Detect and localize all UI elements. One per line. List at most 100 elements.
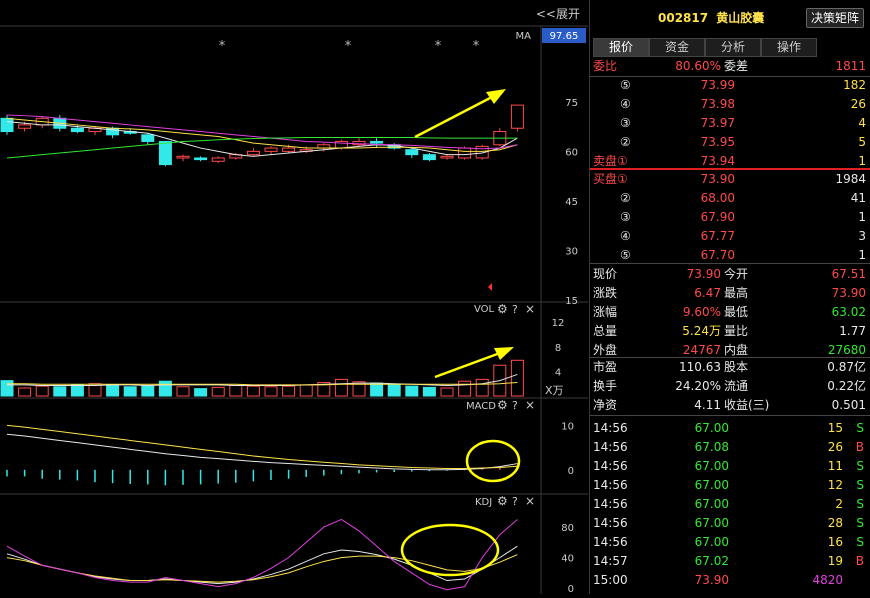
fund-label: 净资 (593, 398, 618, 412)
trade-price: 67.00 (694, 535, 729, 549)
vol-axis-tick: 12 (552, 318, 565, 329)
fund-value: 110.63 (679, 360, 721, 374)
volume-bar (510, 359, 524, 397)
stock-chart[interactable]: <<展开 MA 97.65 * * * * 75 60 45 30 15 VOL ⚙ ?… (0, 0, 588, 595)
trade-time: 14:56 (593, 535, 628, 549)
candle-body (0, 117, 14, 133)
sell-price: 73.95 (700, 135, 735, 149)
trade-volume: 16 (827, 535, 843, 549)
buy-price: 67.90 (700, 210, 735, 224)
tab-analysis[interactable]: 分析 (705, 38, 761, 57)
buy-level-label: ③ (620, 210, 631, 224)
volume-bar (405, 385, 419, 397)
vol-unit: X万 (545, 384, 564, 397)
macd-axis-tick: 10 (561, 421, 574, 432)
kdj-axis-tick: 0 (568, 584, 574, 594)
candle-body (440, 155, 454, 159)
marker-2: * (345, 39, 352, 54)
fund-value: 24.20% (675, 379, 721, 393)
trade-time: 14:56 (593, 459, 628, 473)
candle-body (18, 124, 32, 129)
volume-bar (158, 380, 172, 397)
volume-bar (123, 386, 137, 397)
order-diff-value: 1811 (835, 59, 866, 73)
tab-quote[interactable]: 报价 (593, 38, 649, 57)
macd-close-icon[interactable]: × (525, 398, 535, 412)
trade-side: S (856, 459, 864, 473)
buy-price: 68.00 (700, 191, 735, 205)
vol-axis-tick: 8 (555, 343, 561, 354)
vol-axis-tick: 4 (555, 367, 561, 378)
trade-price: 67.02 (694, 554, 729, 568)
candle-body (141, 134, 155, 142)
quote-sidebar: 002817 黄山胶囊 决策矩阵 报价 资金 分析 操作 委比 80.60% 委… (589, 0, 870, 594)
trade-time: 14:56 (593, 440, 628, 454)
macd-label: MACD (466, 401, 496, 412)
trade-price: 67.08 (694, 440, 729, 454)
quote-value: 67.51 (831, 267, 866, 281)
fund-label: 收益(三) (724, 398, 770, 412)
trade-time: 14:56 (593, 478, 628, 492)
quote-value: 1.77 (839, 324, 866, 338)
volume-bar (106, 385, 120, 397)
vol-help-icon[interactable]: ? (512, 303, 518, 316)
quote-label: 涨幅 (593, 305, 618, 319)
sell-price: 73.97 (700, 116, 735, 130)
vol-gear-icon[interactable]: ⚙ (497, 302, 508, 316)
volume-bar (0, 380, 14, 397)
vol-close-icon[interactable]: × (525, 302, 535, 316)
trade-price: 73.90 (694, 573, 729, 587)
buy-volume: 1 (858, 210, 866, 224)
current-price-badge: 97.65 (550, 31, 579, 42)
trade-time: 15:00 (593, 573, 628, 587)
candle-body (282, 147, 296, 152)
sell-volume: 4 (858, 116, 866, 130)
chart-area[interactable]: <<展开 MA 97.65 * * * * 75 60 45 30 15 VOL ⚙ ?… (0, 0, 588, 595)
candle-body (211, 157, 225, 162)
marker-1: * (219, 39, 226, 54)
fund-label: 流通 (724, 379, 749, 393)
kdj-axis-tick: 80 (561, 523, 574, 534)
candle-body (264, 147, 278, 152)
volume-bar (229, 385, 243, 397)
buy-level-label: ② (620, 191, 631, 205)
quote-label: 最低 (724, 305, 749, 319)
fund-value: 0.87亿 (827, 360, 866, 374)
candle-body (70, 127, 84, 133)
price-axis-tick: 60 (565, 147, 578, 158)
price-axis-tick: 30 (565, 246, 578, 257)
quote-value: 73.90 (831, 286, 866, 300)
kdj-gear-icon[interactable]: ⚙ (497, 494, 508, 508)
price-axis-tick: 15 (565, 296, 578, 307)
sell-price: 73.99 (700, 78, 735, 92)
kdj-axis-tick: 40 (561, 554, 574, 565)
sell-volume: 5 (858, 135, 866, 149)
fund-value: 0.501 (831, 398, 866, 412)
macd-gear-icon[interactable]: ⚙ (497, 398, 508, 412)
macd-help-icon[interactable]: ? (512, 399, 518, 412)
order-ratio-value: 80.60% (675, 59, 721, 73)
volume-bar (299, 384, 313, 397)
kdj-help-icon[interactable]: ? (512, 495, 518, 508)
buy-volume: 3 (858, 229, 866, 243)
fund-label: 换手 (593, 379, 618, 393)
tab-funds[interactable]: 资金 (649, 38, 705, 57)
decision-matrix-button[interactable]: 决策矩阵 (806, 8, 864, 28)
volume-bar (387, 383, 401, 397)
expand-button[interactable]: <<展开 (536, 7, 580, 21)
kdj-close-icon[interactable]: × (525, 494, 535, 508)
trade-volume: 19 (827, 554, 843, 568)
quote-value: 9.60% (682, 305, 721, 319)
trade-volume: 26 (827, 440, 843, 454)
tab-operation[interactable]: 操作 (761, 38, 817, 57)
quote-value: 73.90 (686, 267, 721, 281)
candle-body (405, 149, 419, 156)
sell-level-label: ④ (620, 97, 631, 111)
quote-tabs: 报价 资金 分析 操作 (590, 38, 870, 57)
fund-label: 市盈 (593, 360, 618, 374)
buy-level-label: ⑤ (620, 248, 631, 262)
sell-volume: 26 (850, 97, 866, 111)
volume-bar (458, 380, 472, 397)
quote-label: 最高 (724, 286, 749, 300)
macd-axis-tick: 0 (568, 466, 574, 477)
